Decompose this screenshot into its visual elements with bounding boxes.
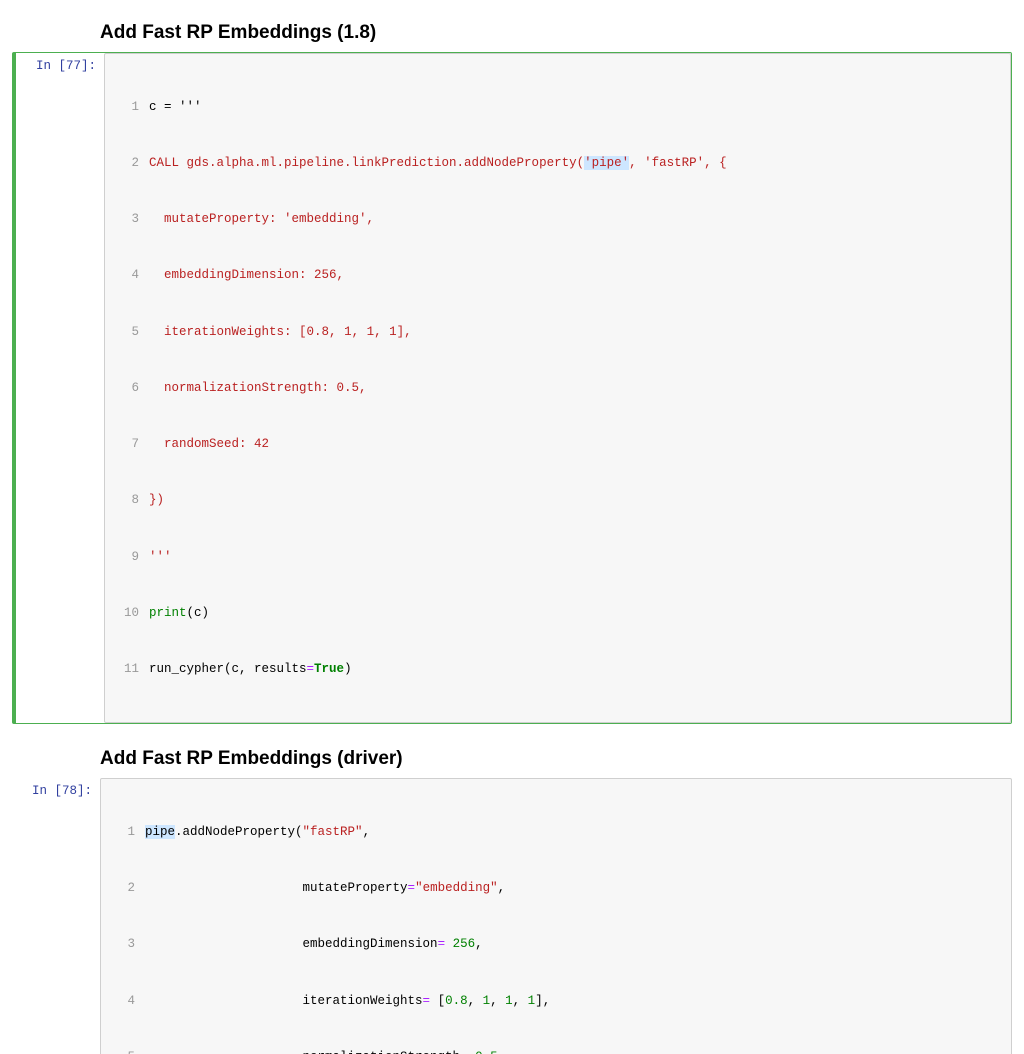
line-number: 2: [113, 154, 149, 173]
line-number: 10: [113, 604, 149, 623]
prompt-in-77: In [77]:: [16, 53, 104, 73]
line-number: 1: [109, 823, 145, 842]
line-number: 4: [113, 266, 149, 285]
code-cell-78[interactable]: In [78]: 1pipe.addNodeProperty("fastRP",…: [12, 778, 1012, 1054]
line-number: 7: [113, 435, 149, 454]
line-number: 4: [109, 992, 145, 1011]
section-heading-2: Add Fast RP Embeddings (driver): [100, 748, 1012, 770]
line-number: 9: [113, 548, 149, 567]
code-cell-77[interactable]: In [77]: 1c = ''' 2CALL gds.alpha.ml.pip…: [12, 52, 1012, 724]
prompt-in-78: In [78]:: [12, 778, 100, 798]
section-heading-1: Add Fast RP Embeddings (1.8): [100, 22, 1012, 44]
line-number: 11: [113, 660, 149, 679]
code-area-78[interactable]: 1pipe.addNodeProperty("fastRP", 2 mutate…: [100, 778, 1012, 1054]
line-number: 1: [113, 98, 149, 117]
code-area-77[interactable]: 1c = ''' 2CALL gds.alpha.ml.pipeline.lin…: [104, 53, 1011, 723]
line-number: 3: [109, 935, 145, 954]
selected-text: 'pipe': [584, 156, 629, 170]
line-number: 5: [109, 1048, 145, 1054]
line-number: 5: [113, 323, 149, 342]
line-number: 8: [113, 491, 149, 510]
line-number: 3: [113, 210, 149, 229]
line-number: 6: [113, 379, 149, 398]
line-number: 2: [109, 879, 145, 898]
